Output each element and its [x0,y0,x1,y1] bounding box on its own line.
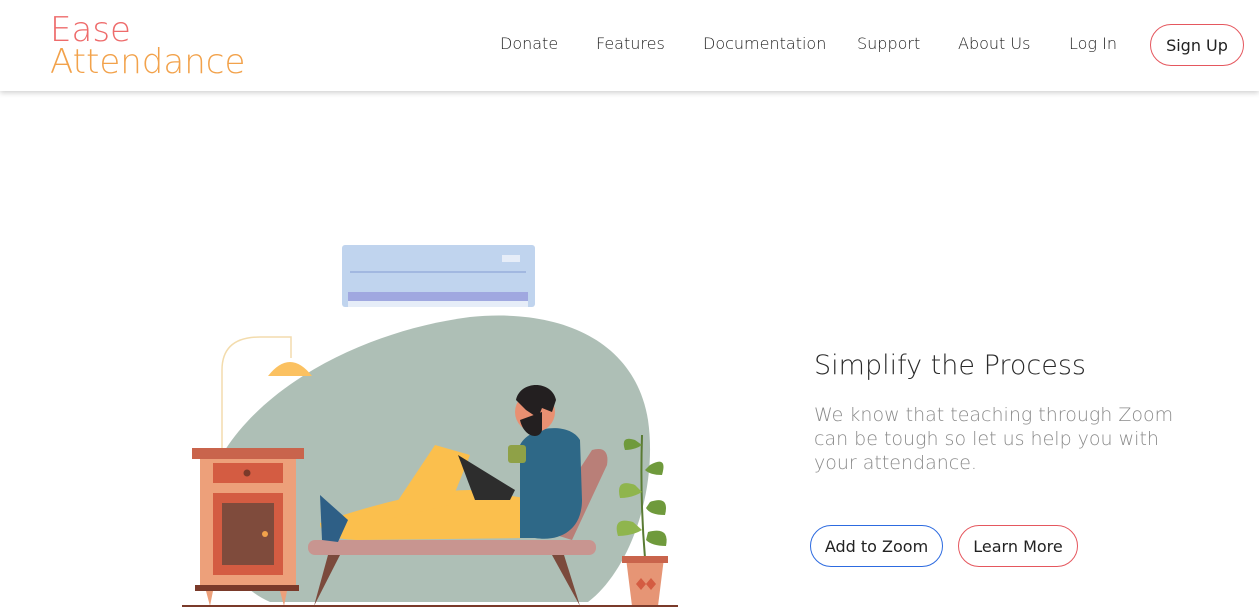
hero-title: Simplify the Process [814,350,1086,381]
air-conditioner-illustration [342,245,535,307]
nav-link-support[interactable]: Support [857,34,920,53]
hero-description: We know that teaching through Zoom can b… [814,404,1174,474]
add-to-zoom-button[interactable]: Add to Zoom [810,525,943,567]
hero-illustration [182,245,678,607]
logo-line-attendance: Attendance [50,42,246,82]
nav-link-features[interactable]: Features [596,34,665,53]
nav-link-donate[interactable]: Donate [500,34,558,53]
nav-link-about-us[interactable]: About Us [958,34,1030,53]
sign-up-button[interactable]: Sign Up [1150,24,1244,66]
logo[interactable]: Ease Attendance [50,13,246,82]
navbar: Ease Attendance Donate Features Document… [0,0,1259,91]
nightstand-illustration [192,448,304,606]
learn-more-button[interactable]: Learn More [958,525,1078,567]
nav-link-log-in[interactable]: Log In [1069,34,1117,53]
nav-link-documentation[interactable]: Documentation [703,34,826,53]
